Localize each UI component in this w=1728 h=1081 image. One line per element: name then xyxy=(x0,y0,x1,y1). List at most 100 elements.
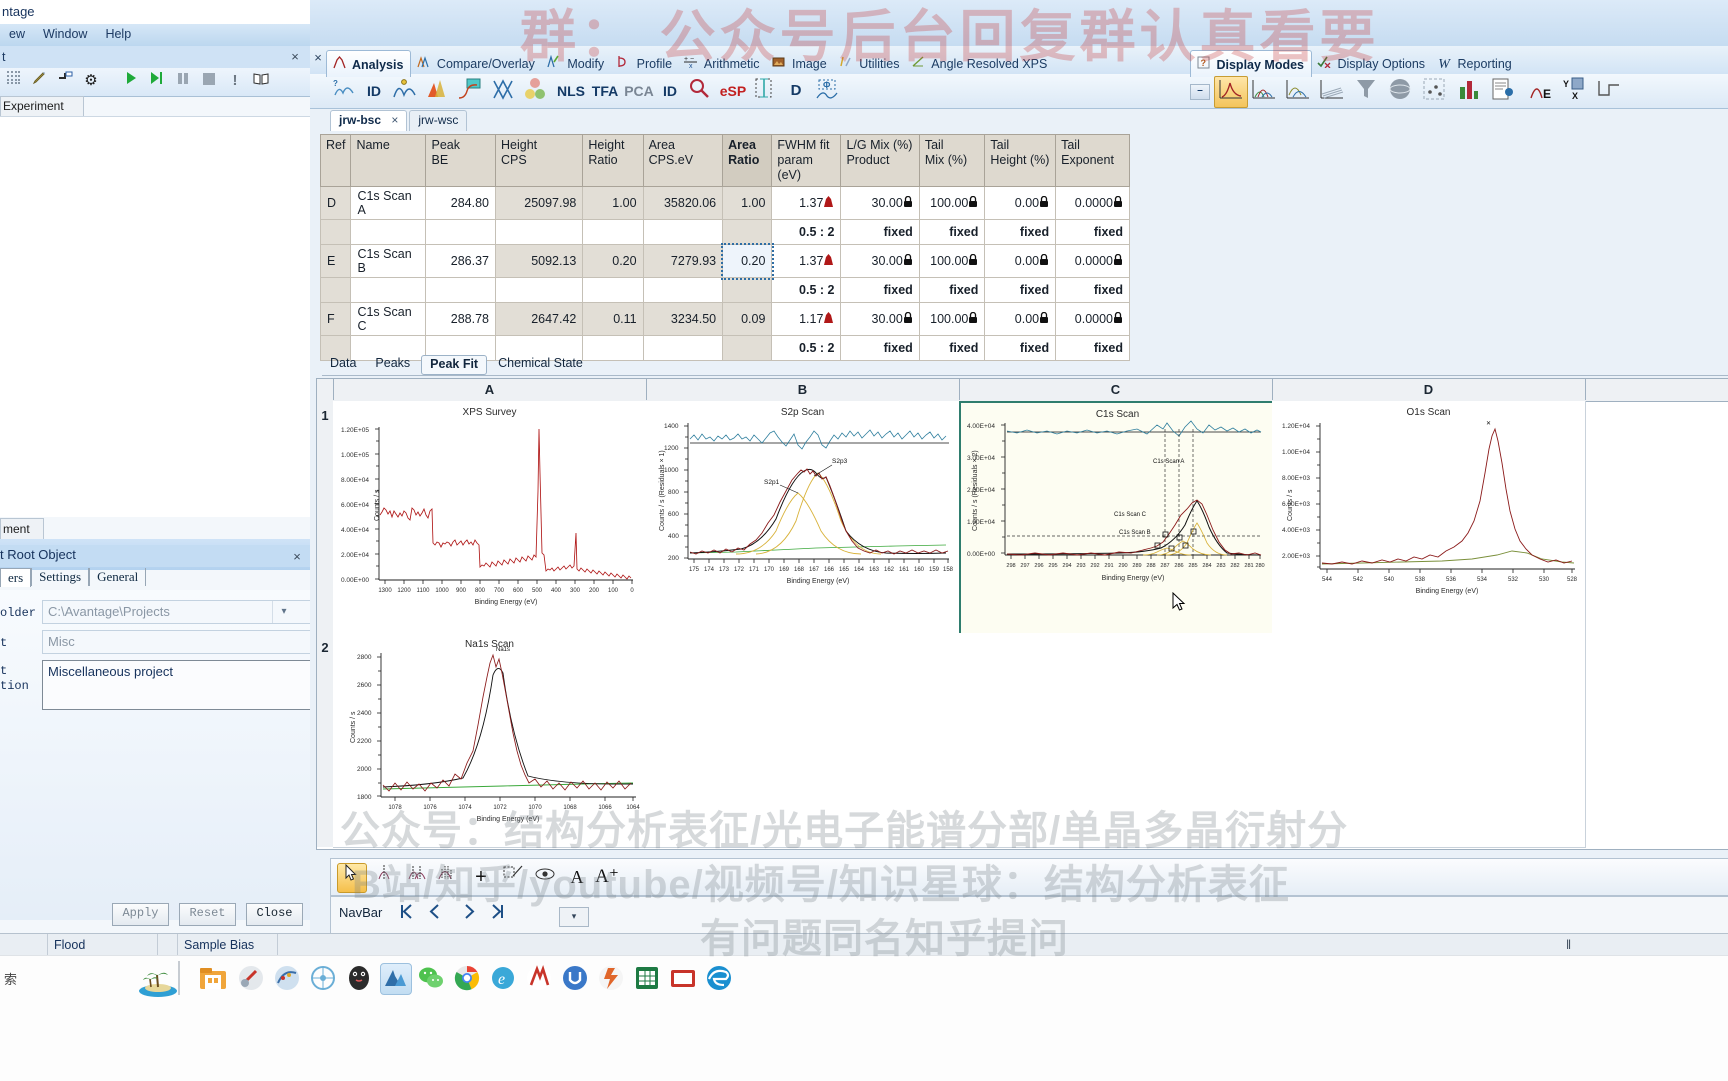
cell-peak-be[interactable]: 288.78 xyxy=(425,302,496,336)
lock-icon[interactable] xyxy=(903,253,913,269)
magnifier-icon[interactable] xyxy=(684,77,714,105)
ribbon-tabs-container-right[interactable]: ? Display Modes Display Options W Report… xyxy=(1190,50,1519,77)
phi-icon[interactable]: Φ xyxy=(812,77,842,105)
cell-fwhm-constraint[interactable]: 0.5 : 2 xyxy=(771,277,842,303)
menu-item-help[interactable]: Help xyxy=(96,24,140,41)
table-row[interactable]: D C1s Scan A 284.80 25097.98 1.00 35820.… xyxy=(319,186,1130,220)
chart-overlay-icon[interactable] xyxy=(1282,77,1314,105)
plot-cell-b2[interactable] xyxy=(646,633,960,848)
tab-peak-fit[interactable]: Peak Fit xyxy=(421,355,488,375)
cell-tail-mix[interactable]: 100.00 xyxy=(918,244,986,278)
cell-name[interactable]: C1s Scan C xyxy=(350,302,427,336)
project-name-input[interactable]: Misc xyxy=(42,630,318,654)
cell-fwhm[interactable]: 1.37 xyxy=(771,186,842,220)
close-button[interactable]: Close xyxy=(246,903,303,926)
cell-tail-height-constraint[interactable]: fixed xyxy=(984,277,1057,303)
tab-utilities[interactable]: Utilities xyxy=(834,50,907,76)
column-header-a[interactable]: A xyxy=(333,379,647,400)
lock-icon[interactable] xyxy=(1039,311,1049,327)
plot-cell-d2[interactable] xyxy=(1272,633,1586,848)
chart-waterfall-icon[interactable] xyxy=(1316,77,1348,105)
cell-peak-be[interactable] xyxy=(425,277,496,303)
lock-icon[interactable] xyxy=(1039,195,1049,211)
tab-analysis[interactable]: Analysis xyxy=(326,50,412,77)
left-tree-area[interactable] xyxy=(0,116,310,517)
column-header-b[interactable]: B xyxy=(646,379,960,400)
tab-arithmetic[interactable]: + − x Arithmetic xyxy=(679,50,766,76)
lock-icon[interactable] xyxy=(1113,311,1123,327)
spheres-icon[interactable] xyxy=(520,77,550,105)
run-all-icon[interactable] xyxy=(144,68,170,94)
cell-area-ratio-selected[interactable]: 0.20 xyxy=(720,242,774,280)
step-icon[interactable] xyxy=(1594,77,1626,105)
tab-parameters[interactable]: ers xyxy=(0,568,32,587)
plot-cell-b1[interactable]: S2p Scan 1400 1200 1000 800 600 400 200 … xyxy=(646,401,960,634)
document-tab-jrw-bsc[interactable]: jrw-bsc × xyxy=(330,110,408,131)
first-icon[interactable] xyxy=(395,903,419,927)
tab-compare-overlay[interactable]: Compare/Overlay xyxy=(411,50,541,76)
tab-data[interactable]: Data xyxy=(322,355,364,373)
peak-fit-table[interactable]: Ref Name Peak BE Height CPS Height Ratio… xyxy=(319,134,1130,361)
tab-settings[interactable]: Settings xyxy=(31,568,90,586)
cell-name[interactable] xyxy=(350,219,427,245)
column-header-d[interactable]: D xyxy=(1272,379,1586,400)
id-icon[interactable]: ID xyxy=(360,77,388,105)
cell-lg-mix-constraint[interactable]: fixed xyxy=(840,219,920,245)
plot-cell-a2[interactable]: Na1s Scan 2800 2600 2400 2200 2000 1800 … xyxy=(333,633,647,848)
chevron-down-icon[interactable]: ▾ xyxy=(272,601,295,623)
lock-icon[interactable] xyxy=(968,195,978,211)
apply-button[interactable]: Apply xyxy=(112,903,169,926)
plot-cell-c1[interactable]: C1s Scan 4.00E+04 3.00E+04 2.00E+04 1.00… xyxy=(959,401,1276,637)
ie-icon[interactable]: e xyxy=(488,963,518,993)
peak-e-icon[interactable]: E xyxy=(1526,77,1558,105)
cell-area-ratio[interactable] xyxy=(722,219,773,245)
col-fwhm[interactable]: FWHM fit param (eV) xyxy=(771,134,842,187)
chart-stack-icon[interactable] xyxy=(1248,77,1280,105)
avantage-icon[interactable] xyxy=(380,963,412,995)
qq-icon[interactable] xyxy=(344,963,374,993)
lock-icon[interactable] xyxy=(1113,253,1123,269)
document-tab-jrw-wsc[interactable]: jrw-wsc xyxy=(409,110,468,131)
cell-tail-exponent[interactable]: 0.0000 xyxy=(1055,302,1130,336)
gear-icon[interactable]: ⚙ xyxy=(78,68,104,94)
compare-icon[interactable] xyxy=(488,77,518,105)
cell-area-ratio[interactable]: 0.09 xyxy=(722,302,773,336)
last-icon[interactable] xyxy=(485,903,509,927)
derivative-icon[interactable]: D xyxy=(782,77,810,105)
left-toolbar[interactable]: ⚙ ! xyxy=(0,68,310,97)
chart-na1s-scan[interactable]: 2800 2600 2400 2200 2000 1800 Counts / s xyxy=(333,633,646,847)
book-icon[interactable] xyxy=(248,68,274,94)
kingsoft-icon[interactable] xyxy=(524,963,554,993)
cell-fwhm[interactable]: 1.37 xyxy=(771,244,842,278)
peak-fit-table-container[interactable]: Ref Name Peak BE Height CPS Height Ratio… xyxy=(319,134,1130,361)
cell-tail-mix[interactable]: 100.00 xyxy=(918,302,986,336)
col-ref[interactable]: Ref xyxy=(319,134,352,187)
tab-ment[interactable]: ment xyxy=(0,518,44,540)
menu-item-view[interactable]: ew xyxy=(0,24,34,41)
root-object-tabs[interactable]: ers Settings General xyxy=(0,568,310,588)
excel-icon[interactable] xyxy=(632,963,662,993)
row-header-2[interactable]: 2 xyxy=(317,633,334,847)
cell-area-ratio[interactable] xyxy=(722,277,773,303)
chart-area-icon[interactable] xyxy=(1214,76,1248,108)
col-area-cps-ev[interactable]: Area CPS.eV xyxy=(642,134,724,187)
col-lg-mix[interactable]: L/G Mix (%) Product xyxy=(840,134,920,187)
cell-lg-mix[interactable]: 30.00 xyxy=(840,244,920,278)
grid-icon[interactable] xyxy=(0,68,26,94)
reset-button[interactable]: Reset xyxy=(179,903,236,926)
table-row[interactable]: F C1s Scan C 288.78 2647.42 0.11 3234.50… xyxy=(319,302,1130,336)
col-tail-exponent[interactable]: Tail Exponent xyxy=(1055,134,1130,187)
ribbon-tabs-container[interactable]: Analysis Compare/Overlay Modify Profile … xyxy=(326,50,1054,77)
next-icon[interactable] xyxy=(457,903,481,927)
tab-display-modes[interactable]: ? Display Modes xyxy=(1190,50,1313,77)
prev-icon[interactable] xyxy=(423,903,447,927)
sogou-icon[interactable] xyxy=(596,963,626,993)
cell-name[interactable]: C1s Scan B xyxy=(350,244,427,278)
depth-icon[interactable] xyxy=(422,77,452,105)
chrome-icon[interactable] xyxy=(452,963,482,993)
cell-lg-mix[interactable]: 30.00 xyxy=(840,302,920,336)
plot-cell-a1[interactable]: XPS Survey 1.20E+05 1.00E+05 8.00E+04 6.… xyxy=(333,401,647,634)
col-tail-mix[interactable]: Tail Mix (%) xyxy=(918,134,986,187)
edge-icon[interactable] xyxy=(704,963,734,993)
cell-lg-mix[interactable]: 30.00 xyxy=(840,186,920,220)
